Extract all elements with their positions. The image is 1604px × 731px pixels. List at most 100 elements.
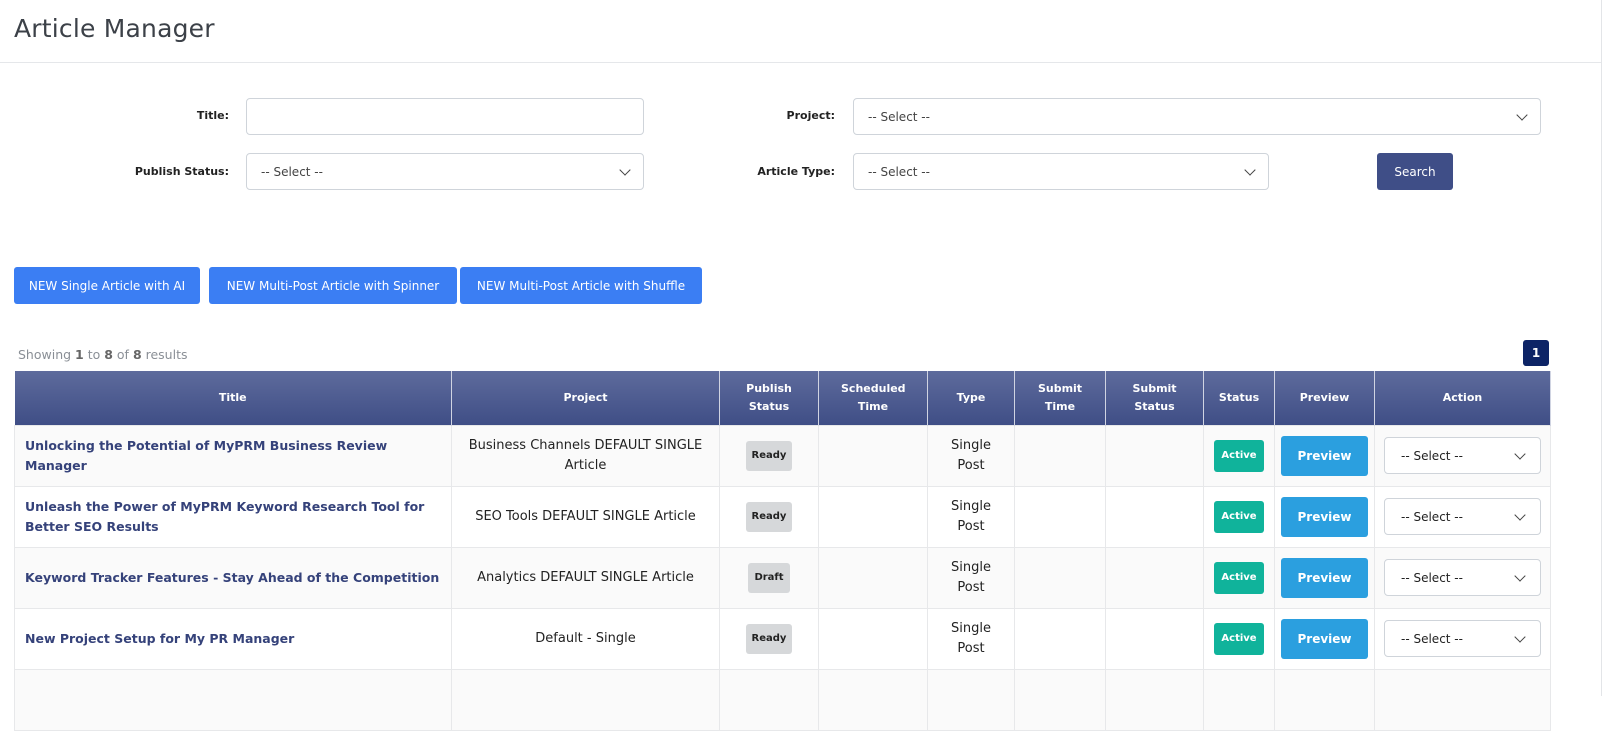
article-title-link[interactable]: Unleash the Power of MyPRM Keyword Resea… bbox=[14, 485, 452, 548]
scheduled-time-cell bbox=[818, 607, 928, 670]
column-header-type: Type bbox=[927, 371, 1015, 425]
empty-cell bbox=[1014, 668, 1106, 731]
article-title-link[interactable]: Keyword Tracker Features - Stay Ahead of… bbox=[14, 546, 452, 609]
scheduled-time-cell bbox=[818, 424, 928, 487]
article-type-select-value: -- Select -- bbox=[868, 164, 930, 179]
pagination-page-1[interactable]: 1 bbox=[1523, 340, 1549, 366]
preview-button[interactable]: Preview bbox=[1281, 557, 1368, 598]
chevron-down-icon bbox=[1514, 508, 1526, 521]
articles-table: Title Project Publish Status Scheduled Time… bbox=[14, 371, 1551, 731]
results-text: of bbox=[112, 347, 133, 362]
project-cell: Default - Single bbox=[451, 607, 720, 670]
publish-status-cell: Ready bbox=[719, 485, 819, 548]
new-single-article-ai-button[interactable]: NEW Single Article with AI bbox=[14, 267, 200, 304]
empty-cell bbox=[1274, 668, 1375, 731]
status-badge: Active bbox=[1214, 500, 1264, 533]
action-cell: -- Select -- bbox=[1374, 485, 1551, 548]
results-text: to bbox=[83, 347, 105, 362]
column-header-submit-status: Submit Status bbox=[1105, 371, 1204, 425]
preview-cell: Preview bbox=[1274, 546, 1375, 609]
project-label: Project: bbox=[786, 109, 835, 122]
title-label: Title: bbox=[196, 109, 229, 122]
results-summary: Showing 1 to 8 of 8 results bbox=[18, 347, 188, 362]
chevron-down-icon bbox=[1514, 569, 1526, 582]
scheduled-time-cell bbox=[818, 546, 928, 609]
column-header-status: Status bbox=[1203, 371, 1275, 425]
empty-cell bbox=[14, 668, 452, 731]
column-header-action: Action bbox=[1374, 371, 1551, 425]
preview-button[interactable]: Preview bbox=[1281, 496, 1368, 537]
page-title: Article Manager bbox=[14, 14, 215, 43]
article-type-select[interactable]: -- Select -- bbox=[853, 153, 1269, 190]
preview-button[interactable]: Preview bbox=[1281, 618, 1368, 659]
results-from: 1 bbox=[75, 347, 84, 362]
submit-time-cell bbox=[1014, 607, 1106, 670]
project-select[interactable]: -- Select -- bbox=[853, 98, 1541, 135]
table-row: Keyword Tracker Features - Stay Ahead of… bbox=[14, 546, 1551, 609]
results-text: results bbox=[141, 347, 188, 362]
table-row: Unleash the Power of MyPRM Keyword Resea… bbox=[14, 485, 1551, 548]
publish-status-select[interactable]: -- Select -- bbox=[246, 153, 644, 190]
action-cell: -- Select -- bbox=[1374, 424, 1551, 487]
results-total: 8 bbox=[132, 347, 142, 362]
table-row bbox=[14, 668, 1551, 731]
action-select[interactable]: -- Select -- bbox=[1384, 498, 1541, 535]
publish-status-select-value: -- Select -- bbox=[261, 164, 323, 179]
empty-cell bbox=[719, 668, 819, 731]
action-select[interactable]: -- Select -- bbox=[1384, 559, 1541, 596]
preview-button[interactable]: Preview bbox=[1281, 435, 1368, 476]
preview-cell: Preview bbox=[1274, 424, 1375, 487]
chevron-down-icon bbox=[1244, 163, 1256, 176]
status-cell: Active bbox=[1203, 424, 1275, 487]
publish-status-badge: Ready bbox=[745, 440, 793, 471]
type-cell: Single Post bbox=[927, 485, 1015, 548]
empty-cell bbox=[927, 668, 1015, 731]
submit-time-cell bbox=[1014, 424, 1106, 487]
chevron-down-icon bbox=[1514, 630, 1526, 643]
action-cell: -- Select -- bbox=[1374, 607, 1551, 670]
column-header-preview: Preview bbox=[1274, 371, 1375, 425]
column-header-submit-time: Submit Time bbox=[1014, 371, 1106, 425]
submit-time-cell bbox=[1014, 546, 1106, 609]
column-header-publish-status: Publish Status bbox=[719, 371, 819, 425]
preview-cell: Preview bbox=[1274, 485, 1375, 548]
status-badge: Active bbox=[1214, 561, 1264, 594]
empty-cell bbox=[1374, 668, 1551, 731]
article-title-link[interactable]: New Project Setup for My PR Manager bbox=[14, 607, 452, 670]
title-input[interactable] bbox=[246, 98, 644, 135]
page-frame: Article Manager Title: Project: -- Selec… bbox=[0, 0, 1602, 731]
empty-cell bbox=[1105, 668, 1204, 731]
column-header-title: Title bbox=[14, 371, 452, 425]
new-multi-post-spinner-button[interactable]: NEW Multi-Post Article with Spinner bbox=[209, 267, 457, 304]
publish-status-badge: Draft bbox=[748, 562, 790, 593]
action-select[interactable]: -- Select -- bbox=[1384, 620, 1541, 657]
action-select-value: -- Select -- bbox=[1401, 448, 1463, 463]
submit-status-cell bbox=[1105, 485, 1204, 548]
status-cell: Active bbox=[1203, 607, 1275, 670]
status-cell: Active bbox=[1203, 546, 1275, 609]
status-badge: Active bbox=[1214, 622, 1264, 655]
type-cell: Single Post bbox=[927, 546, 1015, 609]
project-cell: Business Channels DEFAULT SINGLE Article bbox=[451, 424, 720, 487]
search-button[interactable]: Search bbox=[1377, 153, 1453, 190]
status-badge: Active bbox=[1214, 439, 1264, 472]
action-select-value: -- Select -- bbox=[1401, 509, 1463, 524]
column-header-project: Project bbox=[451, 371, 720, 425]
column-header-scheduled-time: Scheduled Time bbox=[818, 371, 928, 425]
publish-status-cell: Ready bbox=[719, 607, 819, 670]
project-cell: Analytics DEFAULT SINGLE Article bbox=[451, 546, 720, 609]
action-select-value: -- Select -- bbox=[1401, 631, 1463, 646]
submit-status-cell bbox=[1105, 546, 1204, 609]
article-title-link[interactable]: Unlocking the Potential of MyPRM Busines… bbox=[14, 424, 452, 487]
publish-status-badge: Ready bbox=[745, 501, 793, 532]
submit-status-cell bbox=[1105, 607, 1204, 670]
empty-cell bbox=[1203, 668, 1275, 731]
article-type-label: Article Type: bbox=[757, 165, 835, 178]
new-multi-post-shuffle-button[interactable]: NEW Multi-Post Article with Shuffle bbox=[460, 267, 702, 304]
action-cell: -- Select -- bbox=[1374, 546, 1551, 609]
action-select[interactable]: -- Select -- bbox=[1384, 437, 1541, 474]
type-cell: Single Post bbox=[927, 607, 1015, 670]
preview-cell: Preview bbox=[1274, 607, 1375, 670]
table-row: Unlocking the Potential of MyPRM Busines… bbox=[14, 424, 1551, 487]
chevron-down-icon bbox=[1514, 447, 1526, 460]
